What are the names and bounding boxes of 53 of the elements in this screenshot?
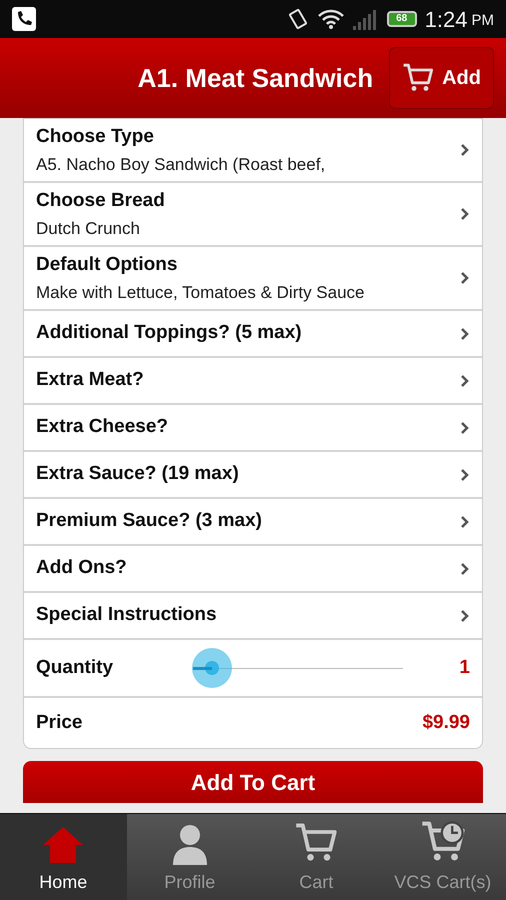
chevron-right-icon [460,326,470,340]
option-label: Extra Meat? [36,368,145,392]
price-value: $9.99 [422,710,470,735]
option-value: A5. Nacho Boy Sandwich (Roast beef, [36,154,326,176]
option-row[interactable]: Extra Meat? [24,358,482,405]
option-row[interactable]: Extra Cheese? [24,405,482,452]
phone-icon [12,7,36,31]
wifi-icon [316,8,345,30]
option-row[interactable]: Additional Toppings? (5 max) [24,311,482,358]
slider-thumb[interactable] [192,648,232,688]
quantity-label: Quantity [36,656,114,680]
chevron-right-icon [460,468,470,482]
option-label: Special Instructions [36,603,218,628]
tab[interactable]: Cart [253,814,380,900]
add-button[interactable]: Add [389,47,494,109]
option-row[interactable]: Default Options Make with Lettuce, Tomatoes & Dirty Sauce [24,247,482,311]
chevron-right-icon [460,374,470,388]
chevron-right-icon [460,207,470,221]
option-label: Add Ons? [36,556,128,580]
quantity-value: 1 [458,656,470,680]
chevron-right-icon [460,514,470,528]
page-title: A1. Meat Sandwich [138,62,374,94]
add-to-cart-button[interactable]: Add To Cart [23,761,483,803]
chevron-right-icon [460,420,470,434]
tab[interactable]: Home [0,814,126,900]
option-label: Default Options [36,253,178,277]
option-row[interactable]: Special Instructions [24,593,482,640]
option-row[interactable]: Choose Bread Dutch Crunch [24,183,482,247]
tab[interactable]: VCS Cart(s) [380,814,506,900]
vibrate-icon [286,8,309,30]
option-row[interactable]: Extra Sauce? (19 max) [24,452,482,499]
option-row[interactable]: Add Ons? [24,546,482,593]
house-icon [41,825,86,865]
chevron-right-icon [460,271,470,285]
option-label: Choose Type [36,125,155,149]
battery-level: 68 [396,14,408,24]
option-row[interactable]: Premium Sauce? (3 max) [24,499,482,546]
chevron-right-icon [460,608,470,622]
option-label: Choose Bread [36,189,166,213]
price-label: Price [36,710,84,735]
option-value: Dutch Crunch [36,218,141,240]
option-label: Additional Toppings? (5 max) [36,321,303,346]
option-value: Make with Lettuce, Tomatoes & Dirty Sauce [36,282,366,304]
signal-icon [352,8,379,30]
option-label: Premium Sauce? (3 max) [36,509,263,534]
clock-time: 1:24 [424,6,468,34]
option-label: Extra Sauce? (19 max) [36,462,240,486]
clock-period: PM [472,10,494,31]
tab[interactable]: Profile [126,814,253,900]
chevron-right-icon [460,143,470,157]
chevron-right-icon [460,562,470,576]
option-label: Extra Cheese? [36,415,170,440]
option-row[interactable]: Choose Type A5. Nacho Boy Sandwich (Roast beef, [24,119,482,183]
